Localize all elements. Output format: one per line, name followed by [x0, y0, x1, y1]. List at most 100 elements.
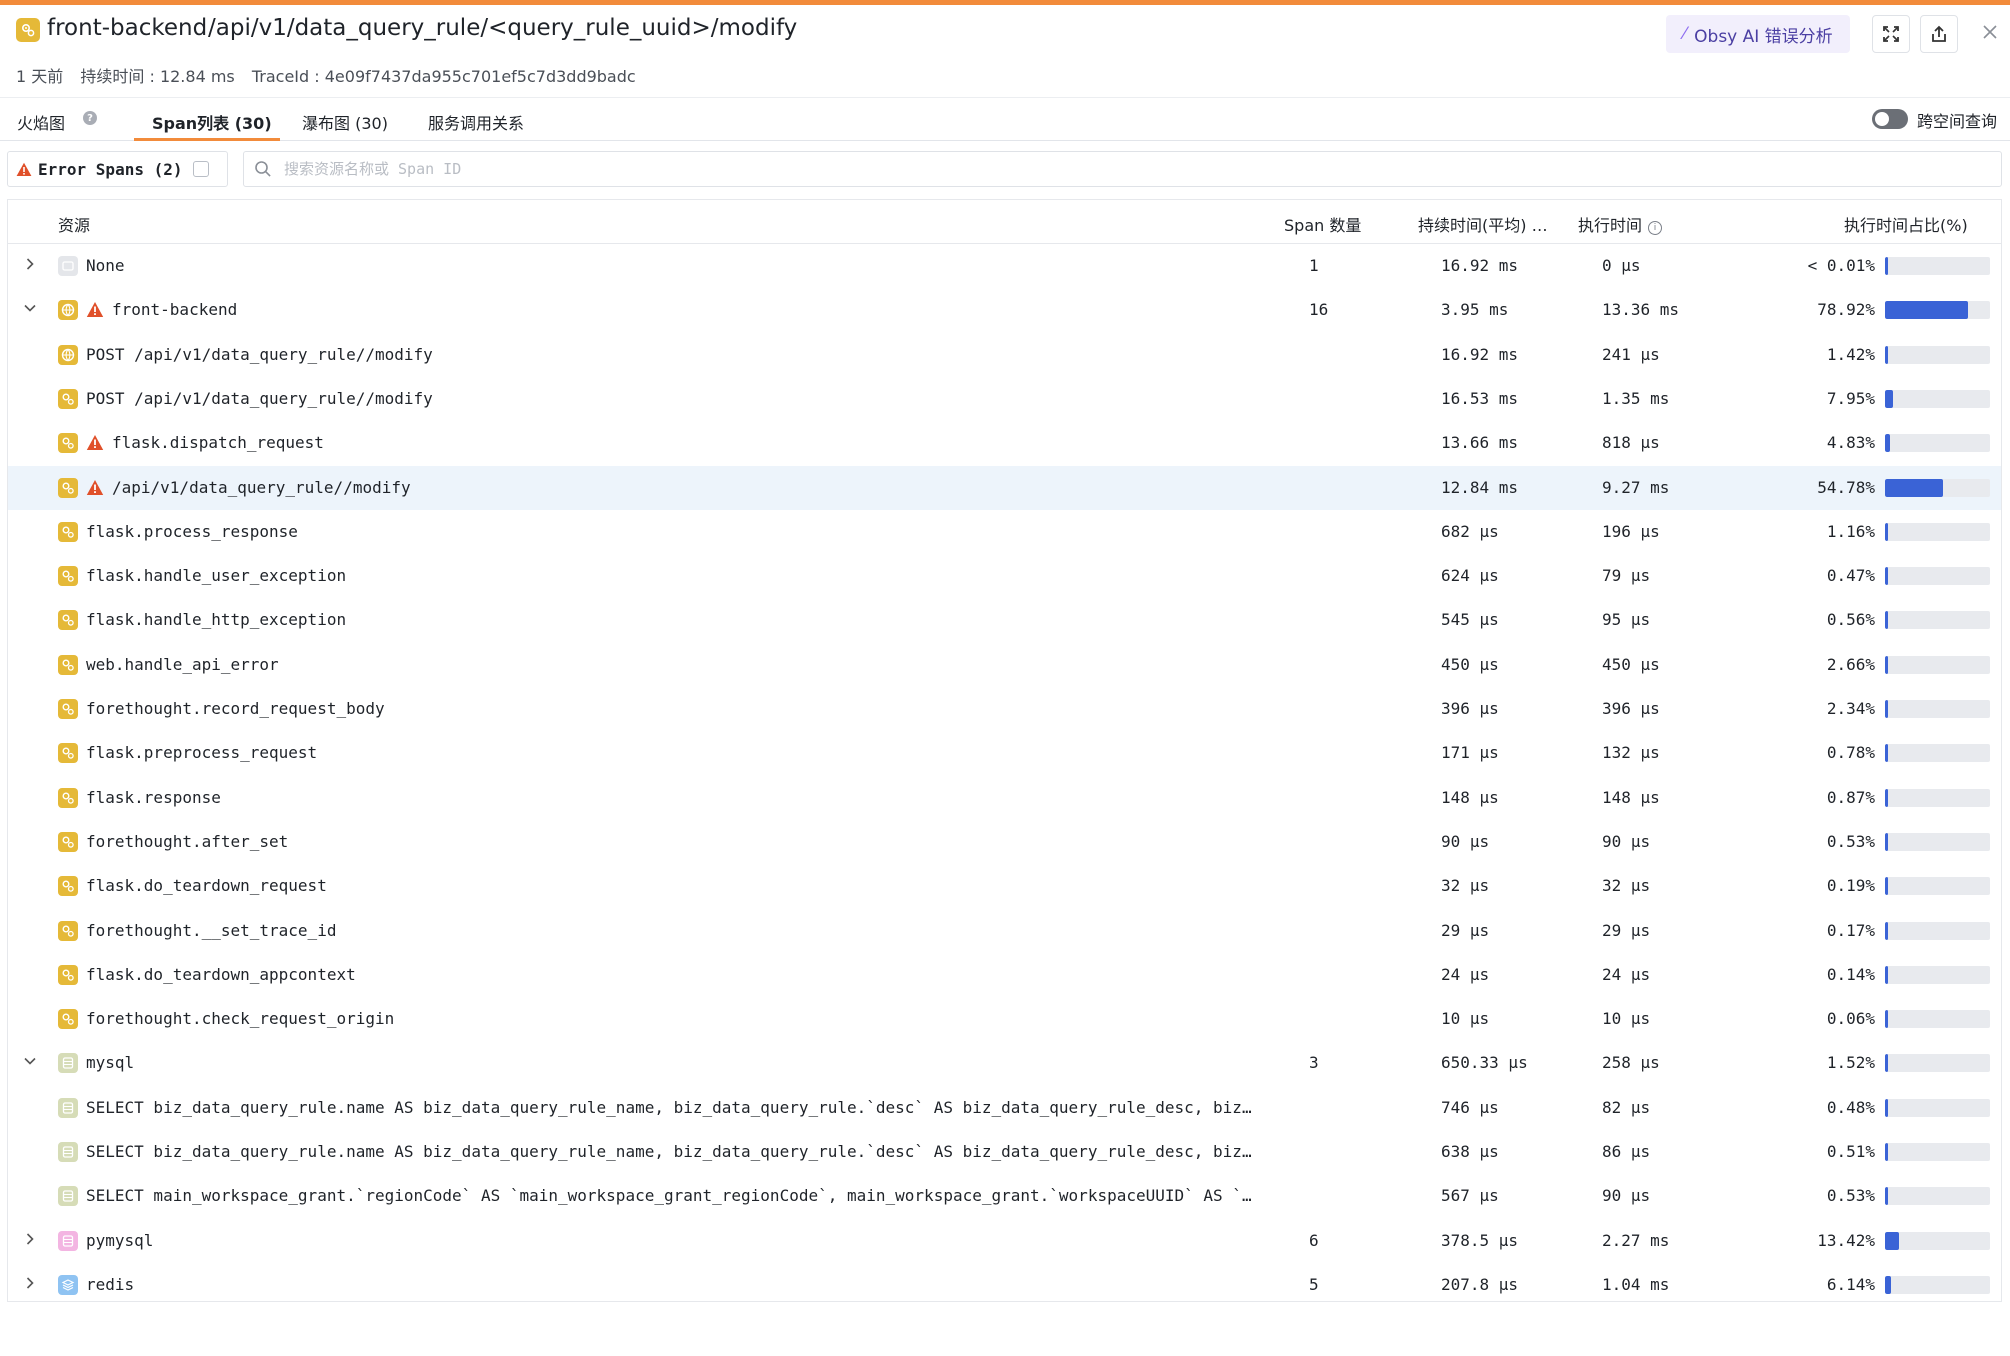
help-icon[interactable]: ? — [83, 111, 97, 125]
resource-name: mysql — [86, 1053, 135, 1073]
table-row[interactable]: flask.dispatch_request 13.66 ms 818 µs 4.83… — [8, 421, 2001, 465]
avg-duration: 567 µs — [1441, 1186, 1499, 1206]
trace-id[interactable]: TraceId : 4e09f7437da955c701ef5c7d3dd9ba… — [252, 67, 636, 86]
fullscreen-button[interactable] — [1872, 15, 1910, 53]
tab-waterfall[interactable]: 瀑布图 (30) — [302, 110, 388, 134]
chevron-down-icon[interactable] — [23, 301, 37, 315]
table-row[interactable]: forethought.record_request_body 396 µs 396… — [8, 687, 2001, 731]
chevron-down-icon[interactable] — [23, 1054, 37, 1068]
exec-percent-bar — [1885, 522, 1990, 541]
exec-percent-bar-fill — [1885, 1187, 1888, 1206]
tab-flame-graph[interactable]: 火焰图 — [17, 110, 65, 134]
search-input[interactable] — [282, 159, 1886, 179]
avg-duration: 545 µs — [1441, 610, 1499, 630]
ai-error-analysis-button[interactable]: ⁄ Obsy AI 错误分析 — [1666, 15, 1850, 53]
database-icon — [58, 1186, 78, 1207]
table-row[interactable]: web.handle_api_error 450 µs 450 µs 2.66% — [8, 643, 2001, 687]
table-row[interactable]: flask.process_response 682 µs 196 µs 1.16% — [8, 510, 2001, 554]
resource-name: POST /api/v1/data_query_rule//modify — [86, 388, 433, 408]
error-spans-filter[interactable]: Error Spans (2) — [7, 151, 228, 187]
tab-service-map[interactable]: 服务调用关系 — [428, 110, 524, 134]
table-row[interactable]: POST /api/v1/data_query_rule//modify 16.9… — [8, 333, 2001, 377]
col-span-count[interactable]: Span 数量 — [1284, 212, 1361, 236]
resource-name: forethought.record_request_body — [86, 699, 385, 718]
col-resource[interactable]: 资源 — [58, 212, 90, 236]
table-row[interactable]: POST /api/v1/data_query_rule//modify 16.5… — [8, 377, 2001, 421]
chevron-right-icon[interactable] — [23, 1276, 37, 1290]
table-row[interactable]: None 1 16.92 ms 0 µs < 0.01% — [8, 244, 2001, 288]
table-row[interactable]: flask.do_teardown_appcontext 24 µs 24 µs 0.… — [8, 953, 2001, 997]
table-row[interactable]: flask.handle_http_exception 545 µs 95 µs 0.… — [8, 598, 2001, 642]
col-exec-time[interactable]: 执行时间 i — [1578, 212, 1663, 236]
expand-icon — [1883, 26, 1899, 42]
cross-workspace-toggle[interactable] — [1872, 109, 1908, 129]
gears-icon — [58, 477, 78, 498]
table-row[interactable]: SELECT biz_data_query_rule.name AS biz_d… — [8, 1130, 2001, 1174]
exec-percent-bar — [1885, 1275, 1990, 1294]
exec-time: 196 µs — [1602, 521, 1660, 541]
avg-duration: 29 µs — [1441, 920, 1490, 940]
exec-time: 95 µs — [1602, 610, 1651, 630]
resource-name: flask.handle_http_exception — [86, 610, 347, 630]
exec-percent-bar-fill — [1885, 257, 1888, 275]
exec-time: 258 µs — [1602, 1053, 1660, 1073]
resource-name: pymysql — [86, 1230, 154, 1250]
table-row[interactable]: /api/v1/data_query_rule//modify 12.84 ms 9… — [8, 465, 2001, 510]
magic-wand-icon: ⁄ — [1683, 24, 1687, 44]
exec-percent-bar-fill — [1885, 389, 1894, 408]
exec-percent: 1.16% — [1826, 521, 1875, 541]
resource-name: None — [86, 256, 125, 275]
close-button[interactable] — [1977, 19, 2003, 45]
exec-percent: 0.78% — [1826, 743, 1875, 763]
exec-percent: 6.14% — [1826, 1274, 1875, 1294]
avg-duration: 90 µs — [1441, 831, 1490, 851]
exec-time: 90 µs — [1602, 1186, 1651, 1206]
error-spans-checkbox[interactable] — [192, 161, 209, 177]
table-row[interactable]: flask.response 148 µs 148 µs 0.87% — [8, 776, 2001, 820]
exec-percent-bar-fill — [1885, 1010, 1888, 1029]
table-row[interactable]: redis 5 207.8 µs 1.04 ms 6.14% — [8, 1263, 2001, 1307]
resource-name: web.handle_api_error — [86, 654, 279, 674]
resource-name: forethought.check_request_origin — [86, 1009, 395, 1029]
exec-percent-bar-fill — [1885, 655, 1888, 674]
table-row[interactable]: flask.handle_user_exception 624 µs 79 µs 0.… — [8, 554, 2001, 598]
view-tabs: 火焰图 ? Span列表 (30) 瀑布图 (30) 服务调用关系 跨空间查询 — [0, 97, 2010, 141]
gears-icon — [58, 1009, 78, 1030]
table-row[interactable]: flask.preprocess_request 171 µs 132 µs 0.78… — [8, 731, 2001, 775]
col-avg-duration[interactable]: 持续时间(平均) … — [1418, 212, 1548, 236]
chevron-right-icon[interactable] — [23, 257, 37, 271]
exec-percent-bar-fill — [1885, 832, 1888, 851]
table-row[interactable]: pymysql 6 378.5 µs 2.27 ms 13.42% — [8, 1219, 2001, 1263]
table-row[interactable]: forethought.after_set 90 µs 90 µs 0.53% — [8, 820, 2001, 864]
table-row[interactable]: SELECT main_workspace_grant.`regionCode`… — [8, 1174, 2001, 1218]
warning-icon — [16, 162, 32, 176]
chevron-right-icon[interactable] — [23, 1232, 37, 1246]
exec-percent: 0.19% — [1826, 876, 1875, 896]
avg-duration: 16.92 ms — [1441, 256, 1519, 275]
span-count: 6 — [1309, 1230, 1319, 1250]
exec-percent-bar-fill — [1885, 434, 1891, 453]
gears-icon — [58, 654, 78, 675]
table-row[interactable]: forethought.__set_trace_id 29 µs 29 µs 0.17… — [8, 909, 2001, 953]
info-icon[interactable]: i — [1648, 221, 1663, 235]
resource-name: SELECT biz_data_query_rule.name AS biz_d… — [86, 1142, 1252, 1161]
span-count: 16 — [1309, 300, 1329, 320]
exec-percent: 0.56% — [1826, 610, 1875, 630]
tab-span-list[interactable]: Span列表 (30) — [152, 110, 272, 134]
table-row[interactable]: front-backend 16 3.95 ms 13.36 ms 78.92% — [8, 288, 2001, 332]
table-row[interactable]: flask.do_teardown_request 32 µs 32 µs 0.19% — [8, 864, 2001, 908]
exec-time: 82 µs — [1602, 1097, 1651, 1117]
exec-percent: 0.17% — [1826, 920, 1875, 940]
exec-percent: 1.52% — [1826, 1053, 1875, 1073]
table-row[interactable]: forethought.check_request_origin 10 µs 10 … — [8, 997, 2001, 1041]
exec-percent-bar — [1885, 700, 1990, 718]
share-button[interactable] — [1920, 15, 1958, 53]
avg-duration: 12.84 ms — [1441, 477, 1519, 497]
col-exec-pct[interactable]: 执行时间占比(%) — [1844, 212, 1968, 236]
table-row[interactable]: mysql 3 650.33 µs 258 µs 1.52% — [8, 1041, 2001, 1085]
trace-header: front-backend /api/v1/data_query_rule/<q… — [0, 5, 2010, 97]
exec-time: 0 µs — [1602, 256, 1641, 275]
warning-icon — [86, 435, 104, 451]
table-row[interactable]: SELECT biz_data_query_rule.name AS biz_d… — [8, 1086, 2001, 1130]
resource-name: flask.response — [86, 787, 221, 807]
